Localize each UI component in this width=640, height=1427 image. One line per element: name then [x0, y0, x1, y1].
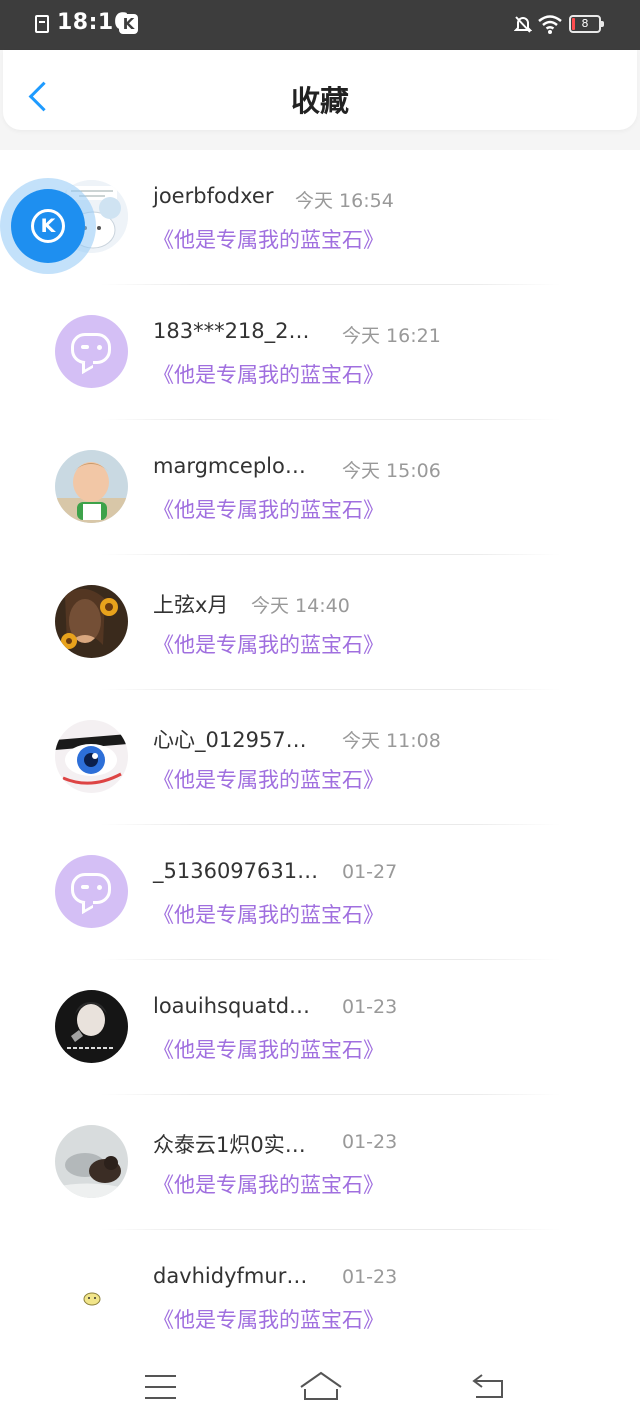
favorite-song[interactable]: 《他是专属我的蓝宝石》 — [153, 899, 384, 929]
status-bar: 18:16 K 8 — [0, 0, 640, 50]
wifi-icon — [538, 15, 562, 34]
floating-ball-icon: K — [31, 209, 65, 243]
list-item[interactable]: 众泰云1炽0实… 01-23 《他是专属我的蓝宝石》 — [0, 1095, 640, 1230]
page-title: 收藏 — [290, 84, 349, 118]
avatar[interactable] — [55, 855, 128, 928]
timestamp: 今天 16:21 — [342, 325, 441, 347]
favorite-song[interactable]: 《他是专属我的蓝宝石》 — [153, 764, 384, 794]
system-nav-bar — [0, 1355, 640, 1427]
menu-button[interactable] — [145, 1375, 176, 1399]
timestamp: 01-23 — [342, 996, 398, 1018]
list-item[interactable]: 183***218_2… 今天 16:21 《他是专属我的蓝宝石》 — [0, 285, 640, 420]
home-icon[interactable] — [299, 1369, 343, 1403]
user-name[interactable]: 众泰云1炽0实… — [153, 1129, 306, 1159]
avatar[interactable] — [55, 315, 128, 388]
timestamp: 今天 11:08 — [342, 730, 441, 752]
avatar[interactable] — [55, 1125, 128, 1198]
user-name[interactable]: joerbfodxer — [153, 184, 273, 208]
list-item[interactable]: 心心_012957… 今天 11:08 《他是专属我的蓝宝石》 — [0, 690, 640, 825]
list-item[interactable]: davhidyfmur… 01-23 《他是专属我的蓝宝石》 — [0, 1230, 640, 1365]
battery-icon: 8 — [569, 15, 604, 33]
favorite-song[interactable]: 《他是专属我的蓝宝石》 — [153, 224, 384, 254]
menu-icon — [145, 1375, 176, 1377]
user-name[interactable]: _5136097631… — [153, 859, 318, 883]
avatar[interactable] — [55, 720, 128, 793]
favorites-list: joerbfodxer 今天 16:54 《他是专属我的蓝宝石》 183***2… — [0, 150, 640, 1365]
mute-icon — [514, 16, 532, 33]
favorite-song[interactable]: 《他是专属我的蓝宝石》 — [153, 1034, 384, 1064]
avatar[interactable] — [55, 990, 128, 1063]
favorite-song[interactable]: 《他是专属我的蓝宝石》 — [153, 629, 384, 659]
list-item[interactable]: 上弦x月 今天 14:40 《他是专属我的蓝宝石》 — [0, 555, 640, 690]
avatar[interactable] — [55, 450, 128, 523]
back-nav-icon[interactable] — [472, 1373, 504, 1401]
battery-level: 8 — [581, 17, 589, 30]
avatar[interactable] — [55, 1260, 128, 1333]
timestamp: 今天 15:06 — [342, 460, 441, 482]
floating-assistant-button[interactable]: K — [0, 178, 96, 274]
sim-icon — [35, 15, 49, 33]
timestamp: 今天 14:40 — [251, 595, 350, 617]
list-item[interactable]: margmceplo… 今天 15:06 《他是专属我的蓝宝石》 — [0, 420, 640, 555]
page-header: 收藏 — [3, 50, 637, 130]
user-name[interactable]: loauihsquatd… — [153, 994, 310, 1018]
user-name[interactable]: davhidyfmur… — [153, 1264, 307, 1288]
favorite-song[interactable]: 《他是专属我的蓝宝石》 — [153, 1169, 384, 1199]
list-item[interactable]: _5136097631… 01-27 《他是专属我的蓝宝石》 — [0, 825, 640, 960]
favorite-song[interactable]: 《他是专属我的蓝宝石》 — [153, 359, 384, 389]
list-item[interactable]: loauihsquatd… 01-23 《他是专属我的蓝宝石》 — [0, 960, 640, 1095]
favorite-song[interactable]: 《他是专属我的蓝宝石》 — [153, 494, 384, 524]
timestamp: 今天 16:54 — [295, 190, 394, 212]
timestamp: 01-23 — [342, 1266, 398, 1288]
user-name[interactable]: 183***218_2… — [153, 319, 310, 343]
user-name[interactable]: 心心_012957… — [153, 724, 307, 754]
app-notification-icon: K — [119, 14, 138, 34]
user-name[interactable]: margmceplo… — [153, 454, 306, 478]
user-name[interactable]: 上弦x月 — [153, 589, 228, 619]
favorite-song[interactable]: 《他是专属我的蓝宝石》 — [153, 1304, 384, 1334]
timestamp: 01-23 — [342, 1131, 398, 1153]
list-item[interactable]: joerbfodxer 今天 16:54 《他是专属我的蓝宝石》 — [0, 150, 640, 285]
avatar[interactable] — [55, 585, 128, 658]
timestamp: 01-27 — [342, 861, 398, 883]
